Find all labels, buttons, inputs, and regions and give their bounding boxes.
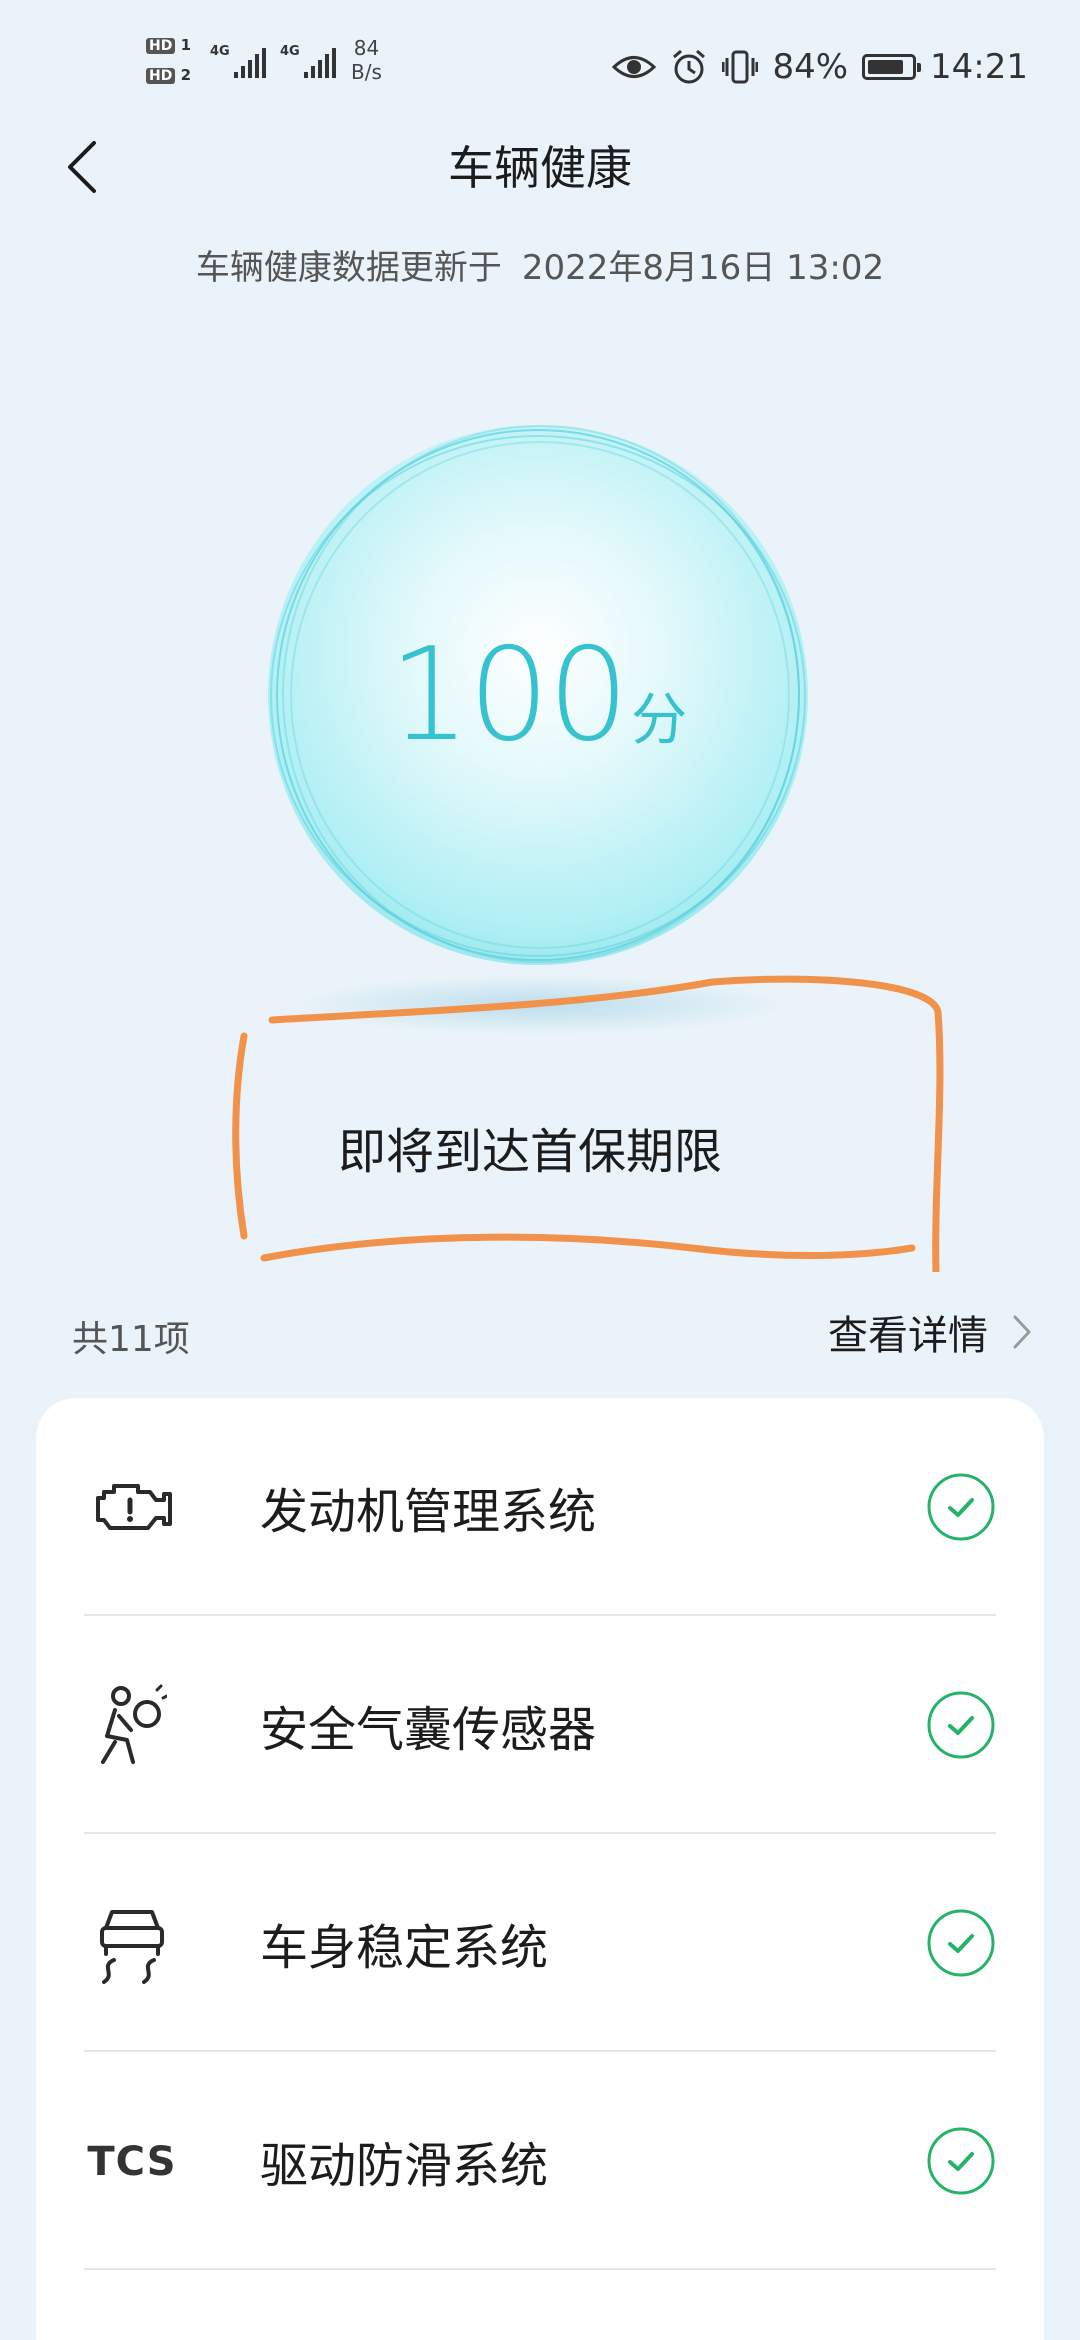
status-bar: HD 1 HD 2 4G 4G 84 B/s 84% 14:21 xyxy=(0,0,1080,130)
status-bar-left: HD 1 HD 2 4G 4G 84 B/s xyxy=(146,36,406,96)
battery-fill xyxy=(868,60,904,74)
list-item-label: 发动机管理系统 xyxy=(260,1484,597,1540)
sim2-indicator: HD 2 xyxy=(146,66,191,84)
item-count: 共11项 xyxy=(72,1319,190,1360)
battery-icon xyxy=(862,54,922,80)
health-score-value: 100 xyxy=(388,620,629,770)
airbag-icon xyxy=(84,1678,180,1774)
update-datetime: 2022年8月16日 13:02 xyxy=(521,248,885,288)
maintenance-alert: 即将到达首保期限 xyxy=(338,1124,723,1180)
vibrate-icon xyxy=(722,50,759,84)
health-score-orb: 100 分 xyxy=(268,425,808,965)
engine-warning-icon xyxy=(84,1460,180,1556)
view-details-link[interactable]: 查看详情 xyxy=(828,1302,1032,1362)
system-list-card: 发动机管理系统 安全气囊传感器 车身稳定系统 TCS 驱动防滑系统 xyxy=(36,1398,1044,2340)
network1-type: 4G xyxy=(210,44,230,59)
list-item-traction[interactable]: TCS 驱动防滑系统 xyxy=(84,2052,996,2270)
list-item-label: 车身稳定系统 xyxy=(260,1920,549,1976)
check-circle-icon xyxy=(927,2127,995,2195)
sim2-hd-badge: HD xyxy=(146,68,176,84)
eye-comfort-icon xyxy=(612,56,657,78)
stability-control-icon xyxy=(84,1896,180,1992)
list-item-stability[interactable]: 车身稳定系统 xyxy=(84,1834,996,2052)
health-score-unit: 分 xyxy=(631,687,688,753)
sim1-indicator: HD 1 xyxy=(146,36,191,54)
chevron-right-icon xyxy=(1013,1315,1031,1349)
sim2-index: 2 xyxy=(180,66,192,84)
net-speed: 84 B/s xyxy=(351,36,382,84)
page-title: 车辆健康 xyxy=(448,141,632,195)
network2-type: 4G xyxy=(280,44,300,59)
list-item-airbag[interactable]: 安全气囊传感器 xyxy=(84,1616,996,1834)
update-timestamp: 车辆健康数据更新于 2022年8月16日 13:02 xyxy=(0,240,1080,289)
check-circle-icon xyxy=(927,1691,995,1759)
alarm-icon xyxy=(673,49,706,84)
net-speed-unit: B/s xyxy=(351,60,382,84)
sim1-hd-badge: HD xyxy=(146,38,176,54)
check-circle-icon xyxy=(927,1473,995,1541)
signal-2-icon: 4G xyxy=(280,44,336,78)
screen: HD 1 HD 2 4G 4G 84 B/s 84% 14:21 车辆健康 车辆… xyxy=(0,0,1080,2340)
signal-1-icon: 4G xyxy=(210,44,266,78)
list-item-engine[interactable]: 发动机管理系统 xyxy=(84,1398,996,1616)
list-item-label: 驱动防滑系统 xyxy=(260,2138,549,2194)
sim1-index: 1 xyxy=(180,36,192,54)
list-item-label: 安全气囊传感器 xyxy=(260,1702,597,1758)
health-score: 100 分 xyxy=(268,425,808,965)
net-speed-value: 84 xyxy=(353,36,380,60)
battery-percent: 84% xyxy=(772,47,849,87)
tcs-icon: TCS xyxy=(84,2114,180,2210)
update-prefix: 车辆健康数据更新于 xyxy=(195,248,502,288)
tcs-icon-text: TCS xyxy=(87,2139,177,2185)
clock: 14:21 xyxy=(930,47,1028,87)
status-bar-right: 84% 14:21 xyxy=(612,42,1028,92)
check-circle-icon xyxy=(927,1909,995,1977)
view-details-label: 查看详情 xyxy=(828,1313,988,1359)
